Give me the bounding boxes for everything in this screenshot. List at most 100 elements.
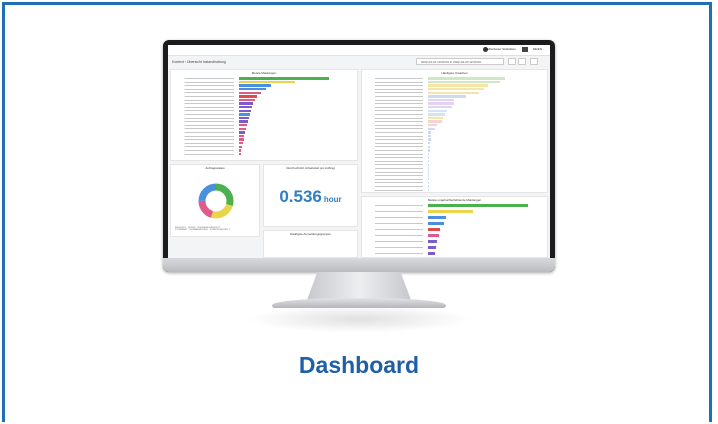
bar-label-placeholder xyxy=(366,103,426,105)
bar-row xyxy=(362,222,547,225)
bar-row xyxy=(362,160,547,163)
bar-row xyxy=(171,109,357,113)
bar xyxy=(239,120,248,123)
bar xyxy=(239,77,329,80)
card-title: Dashboard xyxy=(298,352,420,378)
bar-row xyxy=(171,145,357,149)
bar-row xyxy=(362,77,547,80)
bar-label-placeholder xyxy=(366,110,426,112)
bar xyxy=(428,84,488,87)
bar-row xyxy=(362,106,547,109)
bar xyxy=(239,138,244,141)
user-name: Mitarbeiter Statistiken xyxy=(487,47,516,51)
panel-most-reports: Meiste Meldungen xyxy=(170,69,358,161)
bar-row xyxy=(362,124,547,127)
breadcrumb: Kontext › Übersicht Instandhaltung xyxy=(172,60,226,64)
bar xyxy=(239,91,261,95)
bar-label-placeholder xyxy=(175,117,237,119)
monitor-chin xyxy=(163,258,555,272)
bar-row xyxy=(171,98,357,102)
bar-label-placeholder xyxy=(175,139,237,141)
bar-row xyxy=(362,149,547,152)
bar-row xyxy=(362,109,547,113)
bar-label-placeholder xyxy=(175,114,237,115)
bar-label-placeholder xyxy=(366,106,426,108)
bar-row xyxy=(362,127,547,131)
bar-label-placeholder xyxy=(366,247,426,248)
bar xyxy=(428,88,485,91)
bar-row xyxy=(362,156,547,159)
bar xyxy=(428,174,429,177)
bar-row xyxy=(362,134,547,138)
kpi-value: 0.536 hour xyxy=(264,187,357,207)
bar-row xyxy=(362,142,547,145)
bar-label-placeholder xyxy=(175,153,237,155)
bar-label-placeholder xyxy=(175,146,237,148)
bar-label-placeholder xyxy=(366,85,426,87)
bar-label-placeholder xyxy=(366,171,426,173)
bar-row xyxy=(362,174,547,177)
bar xyxy=(428,149,430,152)
bar xyxy=(428,113,445,116)
bar-label-placeholder xyxy=(366,229,426,230)
bar-label-placeholder xyxy=(175,150,237,151)
bar xyxy=(428,210,473,213)
bar-label-placeholder xyxy=(366,211,426,212)
bar xyxy=(239,80,295,84)
bar-row xyxy=(171,124,357,127)
bar-label-placeholder xyxy=(366,235,426,236)
bar xyxy=(428,134,431,138)
bar xyxy=(239,127,247,131)
bar xyxy=(239,116,249,120)
bar-row xyxy=(171,127,357,131)
bar-row xyxy=(171,152,357,156)
bar-row xyxy=(171,91,357,95)
language-label: DE/EN xyxy=(532,47,542,51)
bar xyxy=(239,98,256,102)
panel-title: Meiste ungebuchte/fehlende Meldungen xyxy=(427,198,482,202)
monitor-stand-base xyxy=(272,298,446,308)
bar-row xyxy=(171,88,357,91)
bar-label-placeholder xyxy=(366,88,426,90)
bar xyxy=(428,160,429,163)
bar xyxy=(239,95,257,98)
bar-label-placeholder xyxy=(175,124,237,126)
bar xyxy=(239,109,251,113)
legend-item: IN BEARBEITUNG xyxy=(189,229,208,231)
bar-label-placeholder xyxy=(366,78,426,79)
bar-label-placeholder xyxy=(175,142,237,144)
bar-label-placeholder xyxy=(366,114,426,115)
bar-label-placeholder xyxy=(366,135,426,137)
bar xyxy=(428,156,429,159)
bar-row xyxy=(171,113,357,116)
kpi-number: 0.536 xyxy=(279,187,322,206)
refresh-button xyxy=(518,58,526,65)
bar-row xyxy=(362,252,547,255)
bar-row xyxy=(171,77,357,80)
bar xyxy=(428,109,447,113)
bar-label-placeholder xyxy=(366,186,426,187)
bar-row xyxy=(362,210,547,213)
bar xyxy=(428,142,430,145)
bar-row xyxy=(171,106,357,109)
bar-row xyxy=(362,145,547,149)
bar xyxy=(428,106,452,109)
bar-label-placeholder xyxy=(175,92,237,94)
bar-row xyxy=(171,131,357,134)
bar-label-placeholder xyxy=(366,96,426,97)
bar-row xyxy=(362,91,547,95)
bar-label-placeholder xyxy=(366,157,426,159)
bar-label-placeholder xyxy=(175,81,237,83)
bar xyxy=(428,185,429,188)
monitor-screen: Mitarbeiter Statistiken DE/EN Kontext › … xyxy=(168,45,550,258)
bar xyxy=(428,181,429,185)
bar xyxy=(428,80,501,84)
bar-label-placeholder xyxy=(366,189,426,191)
bar-label-placeholder xyxy=(175,78,237,79)
panel-avg-work-time: Durchschnittl. Arbeitszeit pro Auftrag 0… xyxy=(263,164,358,227)
bar xyxy=(239,152,241,156)
bar-row xyxy=(171,102,357,105)
bar-row xyxy=(362,102,547,105)
bar xyxy=(239,149,241,152)
bar xyxy=(428,204,528,207)
